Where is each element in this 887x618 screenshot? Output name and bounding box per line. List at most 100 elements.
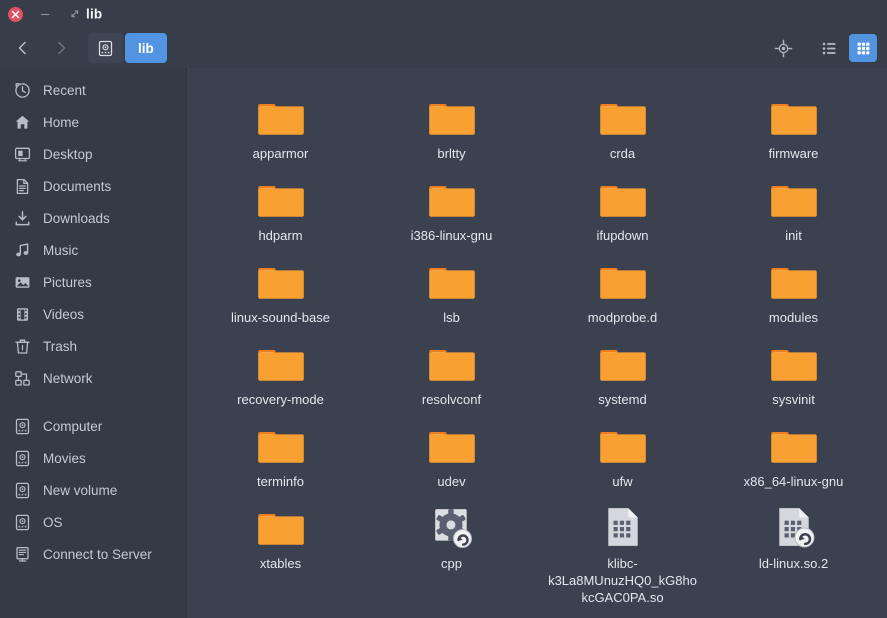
- folder-icon: [426, 94, 478, 138]
- sidebar-item-label: Downloads: [43, 211, 110, 226]
- sidebar-item-recent[interactable]: Recent: [0, 74, 186, 106]
- folder-item[interactable]: lsb: [366, 252, 537, 330]
- file-label: crda: [610, 145, 635, 162]
- folder-icon: [768, 340, 820, 384]
- close-icon[interactable]: [8, 7, 23, 22]
- sidebar-item-downloads[interactable]: Downloads: [0, 202, 186, 234]
- sidebar-item-label: Network: [43, 371, 93, 386]
- file-browser-content[interactable]: apparmorbrltty crda firmware hdparm i386-lin…: [187, 68, 887, 618]
- sidebar-item-label: Music: [43, 243, 78, 258]
- breadcrumb-computer[interactable]: [88, 33, 123, 63]
- folder-item[interactable]: systemd: [537, 334, 708, 412]
- folder-icon: [768, 94, 820, 138]
- music-icon: [14, 242, 31, 259]
- file-label: ifupdown: [596, 227, 648, 244]
- toolbar-right-actions: [769, 34, 877, 62]
- folder-item[interactable]: apparmor: [195, 88, 366, 166]
- sidebar-item-home[interactable]: Home: [0, 106, 186, 138]
- sidebar-item-music[interactable]: Music: [0, 234, 186, 266]
- picture-icon: [14, 274, 31, 291]
- folder-item[interactable]: crda: [537, 88, 708, 166]
- folder-item[interactable]: linux-sound-base: [195, 252, 366, 330]
- folder-item[interactable]: hdparm: [195, 170, 366, 248]
- file-label: linux-sound-base: [231, 309, 330, 326]
- sidebar-item-movies[interactable]: Movies: [0, 442, 186, 474]
- folder-icon: [255, 504, 307, 548]
- sidebar-item-label: Videos: [43, 307, 84, 322]
- folder-item[interactable]: xtables: [195, 498, 366, 610]
- grid-view-icon[interactable]: [849, 34, 877, 62]
- sidebar-item-network[interactable]: Network: [0, 362, 186, 394]
- folder-icon: [597, 176, 649, 220]
- breadcrumb-lib[interactable]: lib: [125, 33, 167, 63]
- folder-icon: [426, 176, 478, 220]
- sidebar-item-videos[interactable]: Videos: [0, 298, 186, 330]
- sidebar-item-label: Home: [43, 115, 79, 130]
- sidebar-item-label: Pictures: [43, 275, 92, 290]
- folder-icon: [255, 94, 307, 138]
- navigation-buttons: [6, 33, 78, 63]
- list-view-icon[interactable]: [815, 34, 843, 62]
- file-item[interactable]: klibc-k3La8MUnuzHQ0_kG8hokcGAC0PA.so: [537, 498, 708, 610]
- sidebar-item-label: Desktop: [43, 147, 93, 162]
- folder-item[interactable]: sysvinit: [708, 334, 879, 412]
- folder-item[interactable]: udev: [366, 416, 537, 494]
- network-icon: [14, 370, 31, 387]
- sidebar-item-label: Computer: [43, 419, 102, 434]
- file-item[interactable]: cpp: [366, 498, 537, 610]
- title-bar: lib: [0, 0, 887, 28]
- forward-button[interactable]: [44, 33, 78, 63]
- folder-icon: [255, 422, 307, 466]
- back-button[interactable]: [6, 33, 40, 63]
- video-icon: [14, 306, 31, 323]
- folder-item[interactable]: firmware: [708, 88, 879, 166]
- sidebar-item-label: Trash: [43, 339, 77, 354]
- file-label: x86_64-linux-gnu: [744, 473, 844, 490]
- folder-item[interactable]: modprobe.d: [537, 252, 708, 330]
- file-label: modules: [769, 309, 818, 326]
- sidebar-item-label: New volume: [43, 483, 117, 498]
- drive-icon: [14, 482, 31, 499]
- sidebar-separator: [0, 394, 186, 410]
- file-label: hdparm: [258, 227, 302, 244]
- folder-icon: [255, 258, 307, 302]
- window-controls: [8, 6, 83, 22]
- folder-icon: [597, 422, 649, 466]
- executable-symlink-icon: [426, 504, 478, 548]
- sidebar: Recent Home Desktop Documents Downloads Music…: [0, 68, 187, 618]
- file-item[interactable]: ld-linux.so.2: [708, 498, 879, 610]
- folder-item[interactable]: ufw: [537, 416, 708, 494]
- drive-icon: [14, 514, 31, 531]
- minimize-icon[interactable]: [37, 6, 53, 22]
- drive-icon: [14, 450, 31, 467]
- sidebar-item-documents[interactable]: Documents: [0, 170, 186, 202]
- sidebar-item-label: Connect to Server: [43, 547, 152, 562]
- folder-item[interactable]: resolvconf: [366, 334, 537, 412]
- trash-icon: [14, 338, 31, 355]
- sidebar-item-pictures[interactable]: Pictures: [0, 266, 186, 298]
- folder-item[interactable]: modules: [708, 252, 879, 330]
- file-label: sysvinit: [772, 391, 815, 408]
- sidebar-item-os[interactable]: OS: [0, 506, 186, 538]
- folder-item[interactable]: ifupdown: [537, 170, 708, 248]
- clock-icon: [14, 82, 31, 99]
- location-target-icon[interactable]: [769, 34, 797, 62]
- folder-item[interactable]: recovery-mode: [195, 334, 366, 412]
- sidebar-item-trash[interactable]: Trash: [0, 330, 186, 362]
- folder-icon: [426, 340, 478, 384]
- desktop-icon: [14, 146, 31, 163]
- file-label: xtables: [260, 555, 301, 572]
- sidebar-item-computer[interactable]: Computer: [0, 410, 186, 442]
- folder-item[interactable]: terminfo: [195, 416, 366, 494]
- sidebar-item-desktop[interactable]: Desktop: [0, 138, 186, 170]
- folder-item[interactable]: init: [708, 170, 879, 248]
- file-label: ufw: [612, 473, 632, 490]
- folder-item[interactable]: brltty: [366, 88, 537, 166]
- file-label: lsb: [443, 309, 460, 326]
- binary-symlink-icon: [768, 504, 820, 548]
- folder-item[interactable]: x86_64-linux-gnu: [708, 416, 879, 494]
- sidebar-item-new-volume[interactable]: New volume: [0, 474, 186, 506]
- maximize-icon[interactable]: [67, 6, 83, 22]
- folder-item[interactable]: i386-linux-gnu: [366, 170, 537, 248]
- sidebar-item-connect-to-server[interactable]: Connect to Server: [0, 538, 186, 570]
